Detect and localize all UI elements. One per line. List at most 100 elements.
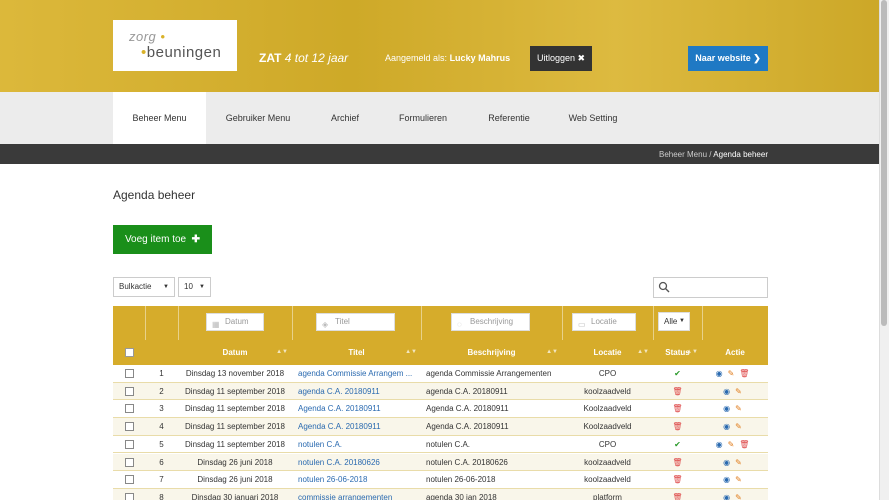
logged-in-user: Lucky Mahrus <box>449 53 511 63</box>
row-number: 2 <box>159 386 164 396</box>
row-number: 4 <box>159 422 164 432</box>
row-beschrijving: Agenda C.A. 20180911 <box>426 422 509 432</box>
view-icon[interactable]: ◉ <box>723 422 735 431</box>
row-locatie: Koolzaadveld <box>583 422 632 432</box>
view-icon[interactable]: ◉ <box>723 387 735 396</box>
row-checkbox[interactable] <box>125 492 134 500</box>
view-icon[interactable]: ◉ <box>716 440 728 449</box>
row-titel-link[interactable]: notulen C.A. 20180626 <box>298 454 418 472</box>
column-locatie[interactable]: Locatie ▲▼ <box>562 340 653 365</box>
tab-archief[interactable]: Archief <box>318 92 372 144</box>
caret-down-icon: ▼ <box>199 284 205 290</box>
column-beschrijving[interactable]: Beschrijving ▲▼ <box>421 340 562 365</box>
row-datum: Dinsdag 11 september 2018 <box>185 422 285 432</box>
check-icon[interactable]: ✔ <box>674 369 681 378</box>
trash-status-icon[interactable]: 🗑 <box>672 458 682 467</box>
row-titel-link[interactable]: agenda Commissie Arrangem ... <box>298 365 418 383</box>
trash-status-icon[interactable]: 🗑 <box>672 475 682 484</box>
view-icon[interactable]: ◉ <box>716 369 728 378</box>
tab-beheer-menu[interactable]: Beheer Menu <box>113 92 206 144</box>
row-checkbox[interactable] <box>125 369 134 378</box>
delete-icon[interactable]: 🗑 <box>739 440 754 449</box>
row-checkbox[interactable] <box>125 475 134 485</box>
filter-beschrijving-input[interactable]: ◌ Beschrijving <box>451 313 530 331</box>
edit-icon[interactable]: ✎ <box>735 387 747 396</box>
trash-status-icon[interactable]: 🗑 <box>672 404 682 413</box>
table-row: 1 Dinsdag 13 november 2018 agenda Commissi… <box>113 365 768 383</box>
filter-datum-input[interactable]: ▦ Datum <box>206 313 264 331</box>
column-actie: Actie <box>725 348 745 357</box>
row-checkbox[interactable] <box>125 422 134 432</box>
filter-titel-input[interactable]: ◈ Titel <box>316 313 395 331</box>
row-titel-link[interactable]: commissie arrangementen <box>298 489 418 500</box>
chevron-right-icon: ❯ <box>753 53 761 63</box>
row-checkbox[interactable] <box>125 404 134 414</box>
plus-icon: ✚ <box>191 234 201 245</box>
row-checkbox[interactable] <box>125 439 134 449</box>
row-locatie: CPO <box>598 369 617 378</box>
sort-icon: ▲▼ <box>405 349 417 355</box>
row-beschrijving: notulen C.A. <box>426 439 471 449</box>
edit-icon[interactable]: ✎ <box>728 369 740 378</box>
page-size-select[interactable]: 10 ▼ <box>178 277 211 297</box>
tab-gebruiker-menu[interactable]: Gebruiker Menu <box>216 92 300 144</box>
edit-icon[interactable]: ✎ <box>728 440 740 449</box>
edit-icon[interactable]: ✎ <box>735 458 747 467</box>
row-checkbox[interactable] <box>125 386 134 396</box>
view-icon[interactable]: ◉ <box>723 493 735 500</box>
column-titel[interactable]: Titel ▲▼ <box>292 340 421 365</box>
view-icon[interactable]: ◉ <box>723 404 735 413</box>
breadcrumb: Beheer Menu / Agenda beheer <box>659 150 768 159</box>
sort-icon: ▲▼ <box>546 349 558 355</box>
row-locatie: koolzaadveld <box>584 457 631 467</box>
tab-formulieren[interactable]: Formulieren <box>388 92 458 144</box>
column-datum[interactable]: Datum ▲▼ <box>178 340 292 365</box>
delete-icon[interactable]: 🗑 <box>739 369 754 378</box>
website-button[interactable]: Naar website ❯ <box>688 46 768 71</box>
row-titel-link[interactable]: agenda C.A. 20180911 <box>298 383 418 401</box>
filter-locatie-input[interactable]: ▭ Locatie <box>572 313 636 331</box>
logged-in-info: Aangemeld als: Lucky Mahrus <box>385 53 511 63</box>
check-icon[interactable]: ✔ <box>674 440 681 449</box>
row-number: 8 <box>159 492 164 500</box>
bulk-action-select[interactable]: Bulkactie ▼ <box>113 277 175 297</box>
row-locatie: koolzaadveld <box>584 386 631 396</box>
table-row: 6 Dinsdag 26 juni 2018 notulen C.A. 201806… <box>113 453 768 472</box>
edit-icon[interactable]: ✎ <box>735 422 747 431</box>
caret-down-icon: ▼ <box>163 284 169 290</box>
edit-icon[interactable]: ✎ <box>735 493 747 500</box>
table-row: 8 Dinsdag 30 januari 2018 commissie arrang… <box>113 488 768 500</box>
edit-icon[interactable]: ✎ <box>735 475 747 484</box>
row-checkbox[interactable] <box>125 457 134 467</box>
trash-status-icon[interactable]: 🗑 <box>672 387 682 396</box>
column-status[interactable]: Status ▲▼ <box>653 340 702 365</box>
row-titel-link[interactable]: notulen 26-06-2018 <box>298 471 418 489</box>
row-beschrijving: agenda Commissie Arrangementen <box>426 369 552 378</box>
select-all-checkbox[interactable] <box>125 348 134 357</box>
logo[interactable]: zorg • •beuningen <box>113 20 237 71</box>
row-titel-link[interactable]: notulen C.A. <box>298 436 418 454</box>
edit-icon[interactable]: ✎ <box>735 404 747 413</box>
row-locatie: CPO <box>598 439 617 449</box>
logo-text-top: zorg <box>129 29 157 44</box>
calendar-icon: ▦ <box>212 320 220 329</box>
row-titel-link[interactable]: Agenda C.A. 20180911 <box>298 418 418 436</box>
view-icon[interactable]: ◉ <box>723 458 735 467</box>
row-titel-link[interactable]: Agenda C.A. 20180911 <box>298 400 418 418</box>
add-item-button[interactable]: Voeg item toe ✚ <box>113 225 212 254</box>
trash-status-icon[interactable]: 🗑 <box>672 493 682 500</box>
breadcrumb-parent[interactable]: Beheer Menu <box>659 150 707 159</box>
filter-status-select[interactable]: Alle ▼ <box>658 312 690 331</box>
logout-button[interactable]: Uitloggen ✖ <box>530 46 592 71</box>
search-input[interactable] <box>653 277 768 298</box>
scrollbar-thumb[interactable] <box>881 0 887 326</box>
row-number: 6 <box>159 457 164 467</box>
tab-referentie[interactable]: Referentie <box>476 92 542 144</box>
row-locatie: platform <box>593 492 622 500</box>
table-row: 5 Dinsdag 11 september 2018 notulen C.A. no… <box>113 435 768 454</box>
view-icon[interactable]: ◉ <box>723 475 735 484</box>
row-beschrijving: Agenda C.A. 20180911 <box>426 404 509 414</box>
search-icon <box>658 281 670 293</box>
tab-web-setting[interactable]: Web Setting <box>560 92 626 144</box>
trash-status-icon[interactable]: 🗑 <box>672 422 682 431</box>
